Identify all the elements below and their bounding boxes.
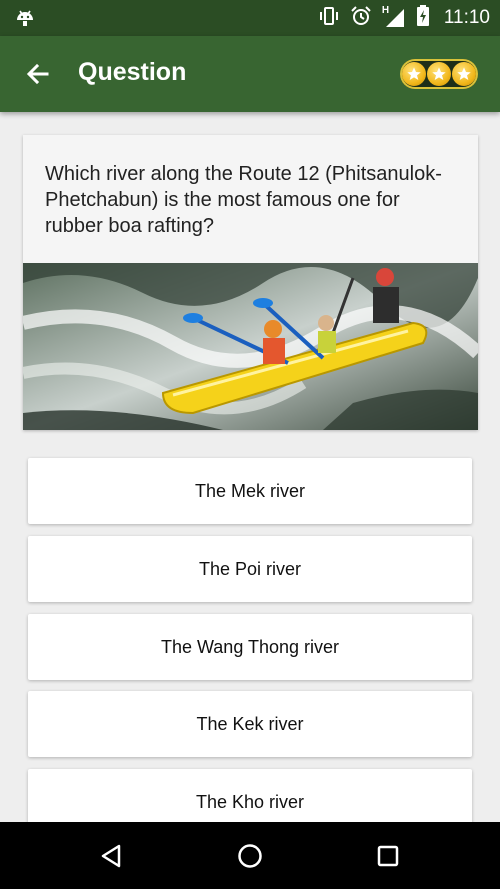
battery-charging-icon [416, 4, 430, 32]
question-text: Which river along the Route 12 (Phitsanu… [45, 163, 442, 237]
kayak-rafting-photo [23, 263, 478, 430]
status-bar: H 11:10 [0, 0, 500, 36]
system-nav-bar [0, 822, 500, 889]
nav-recents-button[interactable] [370, 838, 406, 874]
page-title: Question [78, 58, 187, 86]
home-circle-icon [238, 844, 262, 868]
star-icon [427, 62, 451, 86]
nav-home-button[interactable] [232, 838, 268, 874]
star-icon [402, 62, 426, 86]
vibrate-icon [318, 6, 340, 31]
answer-option-1[interactable]: The Mek river [28, 458, 472, 524]
signal-h-icon: H [381, 5, 406, 29]
app-bar: Question [0, 36, 500, 112]
android-debug-icon [14, 6, 36, 33]
alarm-icon [350, 5, 372, 32]
recents-square-icon [377, 845, 399, 867]
answer-option-3[interactable]: The Wang Thong river [28, 614, 472, 680]
status-clock: 11:10 [443, 7, 490, 28]
network-type-label: H [381, 5, 390, 16]
back-triangle-icon [101, 844, 121, 868]
question-card: Which river along the Route 12 (Phitsanu… [23, 135, 478, 430]
answer-option-2[interactable]: The Poi river [28, 536, 472, 602]
arrow-left-icon [26, 63, 49, 85]
star-icon [452, 62, 476, 86]
answer-option-4[interactable]: The Kek river [28, 691, 472, 757]
nav-back-button[interactable] [93, 838, 129, 874]
stars-badge [400, 59, 478, 89]
back-button[interactable] [16, 56, 60, 92]
